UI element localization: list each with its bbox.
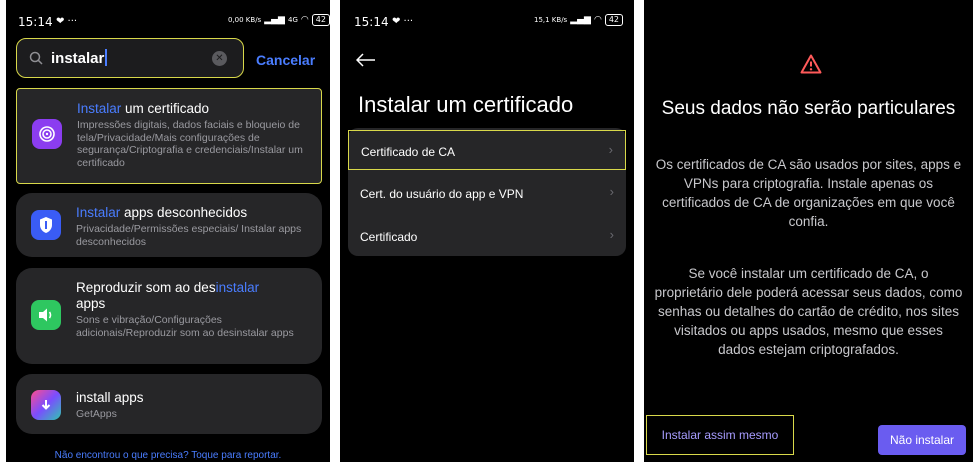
result-subtitle: Privacidade/Permissões especiais/ Instal… (76, 223, 302, 248)
chevron-right-icon: › (609, 227, 614, 242)
dialog-title: Seus dados não serão particulares (661, 98, 956, 119)
dialog-paragraph-2: Se você instalar um certificado de CA, o… (654, 266, 963, 357)
status-indicators: 0,00 KB/s ▂▄▆ 4G ◠ 42 (228, 14, 330, 26)
result-subtitle: GetApps (76, 408, 117, 420)
result-uninstall-sound[interactable]: Reproduzir som ao desinstalar apps Sons e… (16, 268, 322, 364)
certificate-options-list: Certificado de CA › Cert. do usuário do … (348, 128, 626, 256)
result-install-certificate[interactable]: Instalar um certificado Impressões digit… (16, 88, 322, 184)
fingerprint-icon (32, 119, 62, 149)
warning-icon (800, 54, 822, 79)
chevron-right-icon: › (608, 142, 613, 157)
result-title: install apps (76, 390, 144, 405)
page-title: Instalar um certificado (358, 92, 574, 117)
wifi-icon: ◠ (593, 15, 602, 25)
list-item-certificate[interactable]: Certificado › (348, 216, 626, 256)
status-time: 15:14 (18, 15, 53, 29)
result-title: Instalar um certificado (77, 101, 210, 116)
list-item-label: Cert. do usuário do app e VPN (360, 187, 524, 201)
signal-4g: 4G (287, 16, 298, 24)
result-install-apps[interactable]: install apps GetApps (16, 374, 322, 434)
status-indicators: 15,1 KB/s ▂▄▆ ◠ 42 (534, 14, 624, 26)
signal-icon: ▂▄▆ (264, 15, 285, 25)
status-time: 15:14 (354, 15, 389, 29)
result-subtitle: Impressões digitais, dados faciais e blo… (77, 119, 303, 169)
result-title: Instalar apps desconhecidos (76, 205, 248, 220)
battery-icon: 42 (604, 14, 624, 26)
search-query: instalar (51, 49, 107, 67)
result-subtitle: Sons e vibração/Configurações adicionais… (76, 314, 294, 339)
dont-install-button[interactable]: Não instalar (878, 425, 966, 455)
shield-icon (31, 210, 61, 240)
cancel-button[interactable]: Cancelar (256, 52, 315, 68)
list-item-label: Certificado de CA (361, 145, 456, 159)
result-install-unknown-apps[interactable]: Instalar apps desconhecidos Privacidade/… (16, 193, 322, 257)
signal-icon: ▂▄▆ (570, 15, 591, 25)
clear-icon[interactable]: ✕ (212, 51, 227, 66)
search-icon (29, 51, 43, 65)
battery-icon: 42 (311, 14, 330, 26)
net-speed: 15,1 KB/s (534, 16, 568, 24)
list-item-ca-certificate[interactable]: Certificado de CA › (348, 130, 626, 170)
ca-warning-dialog: Seus dados não serão particulares Os cer… (644, 0, 973, 462)
search-screen: 15:14 ❤ ··· 0,00 KB/s ▂▄▆ 4G ◠ 42 instal… (6, 0, 330, 462)
install-certificate-screen: 15:14 ❤ ··· 15,1 KB/s ▂▄▆ ◠ 42 Instalar … (340, 0, 634, 462)
search-input[interactable]: instalar ✕ (16, 38, 244, 78)
status-notification-icons: ❤ ··· (56, 16, 78, 27)
getapps-icon (31, 390, 61, 420)
report-link[interactable]: Não encontrou o que precisa? Toque para … (6, 450, 330, 461)
list-item-user-app-vpn-certificate[interactable]: Cert. do usuário do app e VPN › (348, 173, 626, 213)
chevron-right-icon: › (609, 184, 614, 199)
dialog-paragraph-1: Os certificados de CA são usados por sit… (655, 157, 962, 229)
wifi-icon: ◠ (300, 15, 309, 25)
list-item-label: Certificado (360, 230, 418, 244)
speaker-icon (31, 300, 61, 330)
net-speed: 0,00 KB/s (228, 16, 262, 24)
status-notification-icons: ❤ ··· (392, 16, 414, 27)
install-anyway-button[interactable]: Instalar assim mesmo (646, 415, 794, 455)
back-arrow-icon[interactable] (355, 50, 376, 73)
result-title: Reproduzir som ao desinstalar apps (76, 280, 260, 311)
